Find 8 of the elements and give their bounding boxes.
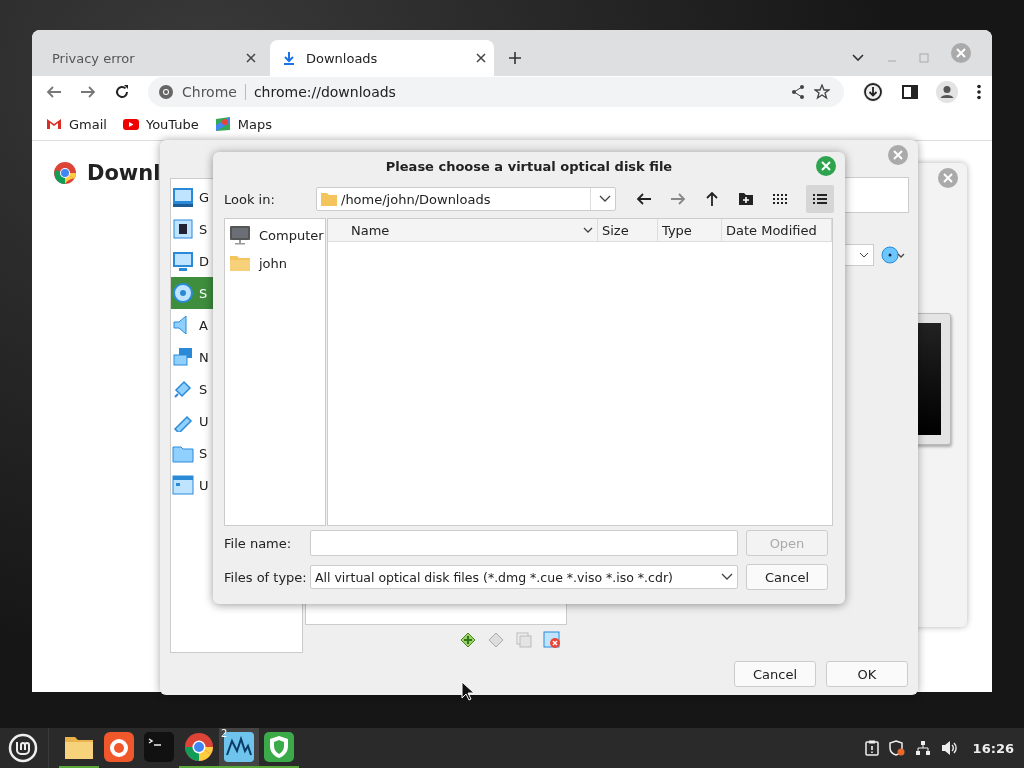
window-count: 2	[221, 728, 228, 739]
field-label: Files of type:	[224, 569, 308, 585]
page-heading: Downl	[87, 161, 161, 185]
field-label: Look in:	[224, 191, 276, 207]
field-label: File name:	[224, 535, 293, 551]
site-label: Chrome	[182, 84, 246, 100]
url-text: chrome://downloads	[253, 84, 396, 100]
dialog-title: Please choose a virtual optical disk file	[385, 158, 673, 174]
